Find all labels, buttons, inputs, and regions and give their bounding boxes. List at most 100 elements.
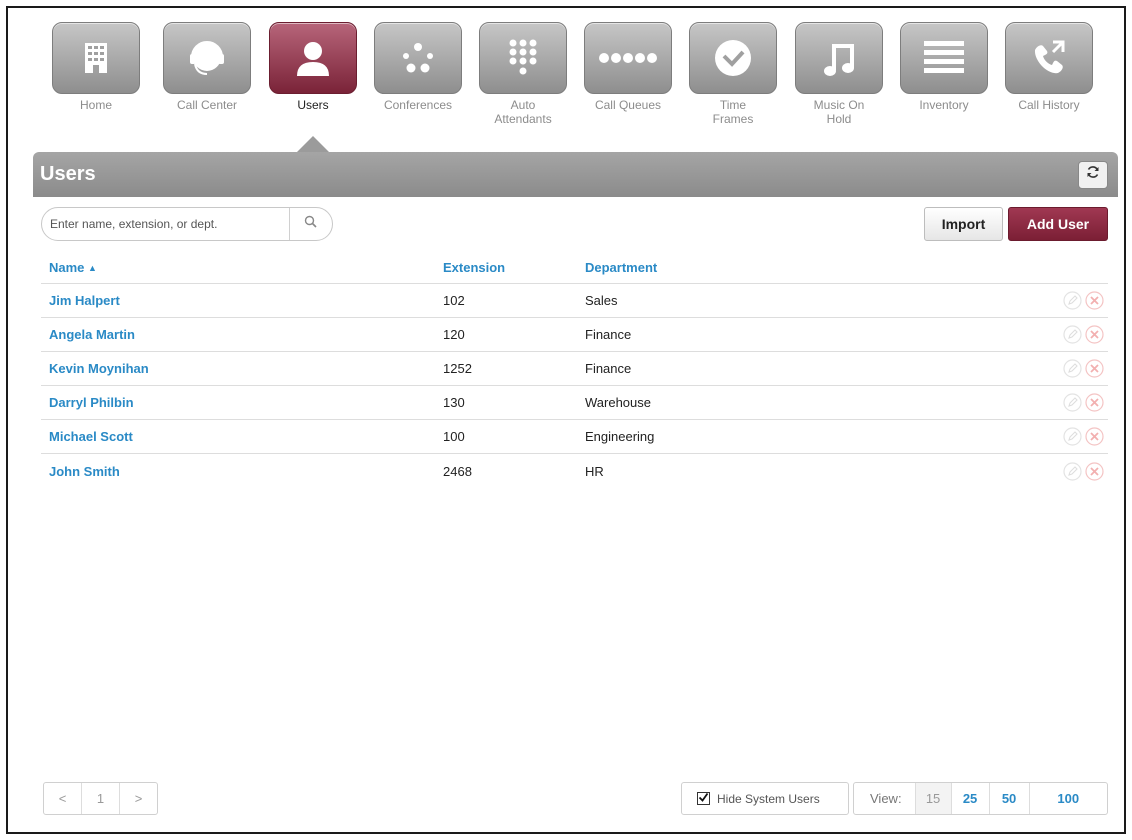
row-actions (1063, 325, 1104, 344)
headset-icon (187, 38, 227, 78)
user-department: Finance (585, 327, 632, 342)
view-label: View: (854, 783, 916, 814)
clock-icon (713, 38, 753, 78)
nav-home[interactable]: Home (52, 22, 140, 112)
nav-music-on-hold[interactable]: Music On Hold (795, 22, 883, 126)
hide-system-users-checkbox[interactable] (697, 792, 710, 805)
search-button[interactable] (288, 208, 332, 240)
sort-ascending-icon: ▲ (88, 263, 97, 273)
nav-label: Home (79, 98, 112, 112)
nav-conferences[interactable]: Conferences (374, 22, 462, 112)
edit-icon[interactable] (1063, 393, 1082, 412)
user-extension: 102 (443, 293, 465, 308)
page-number-button[interactable]: 1 (81, 783, 120, 814)
import-button[interactable]: Import (924, 207, 1003, 241)
nav-label: Conferences (383, 98, 453, 112)
table-header: Name ▲ Extension Department (41, 252, 1108, 284)
search-icon (304, 215, 318, 233)
user-extension: 100 (443, 429, 465, 444)
edit-icon[interactable] (1063, 461, 1082, 481)
page-title: Users (40, 163, 96, 185)
nav-label: Inventory (919, 98, 969, 112)
row-actions (1063, 461, 1104, 481)
user-name-link[interactable]: John Smith (49, 464, 120, 479)
user-name-link[interactable]: Darryl Philbin (49, 395, 134, 410)
table-row: Angela Martin 120 Finance (41, 318, 1108, 352)
user-icon (293, 38, 333, 78)
row-actions (1063, 393, 1104, 412)
nav-label: Call Center (176, 98, 238, 112)
delete-icon[interactable] (1085, 291, 1104, 310)
next-page-button[interactable]: > (120, 791, 157, 806)
refresh-button[interactable] (1078, 160, 1108, 189)
pagination: < 1 > (43, 782, 158, 815)
list-icon (924, 41, 964, 75)
view-option-100[interactable]: 100 (1030, 783, 1107, 814)
user-department: Engineering (585, 429, 655, 444)
column-header-extension[interactable]: Extension (443, 260, 505, 275)
edit-icon[interactable] (1063, 359, 1082, 378)
user-name-link[interactable]: Jim Halpert (49, 293, 120, 308)
user-extension: 130 (443, 395, 465, 410)
column-header-department[interactable]: Department (585, 260, 657, 275)
user-extension: 2468 (443, 463, 472, 479)
user-department: Finance (585, 361, 632, 376)
building-icon (85, 43, 107, 73)
dots-cluster-icon (398, 41, 438, 75)
user-extension: 1252 (443, 361, 472, 376)
hide-system-users-label: Hide System Users (717, 791, 820, 806)
nav-time-frames[interactable]: Time Frames (689, 22, 777, 126)
row-actions (1063, 291, 1104, 310)
table-row: John Smith 2468 HR (41, 454, 1108, 488)
row-actions (1063, 359, 1104, 378)
edit-icon[interactable] (1063, 291, 1082, 310)
table-row: Darryl Philbin 130 Warehouse (41, 386, 1108, 420)
view-option-50[interactable]: 50 (990, 783, 1030, 814)
nav-label: Call History (1018, 98, 1080, 112)
delete-icon[interactable] (1085, 427, 1104, 446)
nav-call-history[interactable]: Call History (1005, 22, 1093, 112)
user-name-link[interactable]: Kevin Moynihan (49, 361, 149, 376)
nav-label: Time Frames (712, 98, 754, 126)
delete-icon[interactable] (1085, 393, 1104, 412)
page-size-selector: View: 15 25 50 100 (853, 782, 1108, 815)
nav-inventory[interactable]: Inventory (900, 22, 988, 112)
edit-icon[interactable] (1063, 325, 1082, 344)
nav-call-queues[interactable]: Call Queues (584, 22, 672, 112)
table-row: Kevin Moynihan 1252 Finance (41, 352, 1108, 386)
delete-icon[interactable] (1085, 325, 1104, 344)
add-user-button[interactable]: Add User (1008, 207, 1108, 241)
delete-icon[interactable] (1085, 359, 1104, 378)
row-actions (1063, 427, 1104, 446)
prev-page-button[interactable]: < (44, 791, 81, 806)
edit-icon[interactable] (1063, 427, 1082, 446)
search-input[interactable] (50, 209, 289, 239)
view-option-15[interactable]: 15 (915, 783, 952, 814)
active-nav-pointer (297, 136, 329, 152)
column-header-name[interactable]: Name ▲ (49, 260, 97, 275)
nav-call-center[interactable]: Call Center (163, 22, 251, 112)
users-table: Name ▲ Extension Department Jim Halpert 1… (41, 252, 1108, 488)
user-name-link[interactable]: Angela Martin (49, 327, 135, 342)
nav-label: Users (297, 98, 329, 112)
top-nav: Home Call Center Users Conferences Auto … (52, 22, 1102, 152)
nav-label: Call Queues (594, 98, 662, 112)
section-header: Users (33, 152, 1118, 197)
nav-label: Music On Hold (813, 98, 865, 126)
nav-label: Auto Attendants (494, 98, 552, 126)
user-department: HR (585, 463, 604, 479)
nav-users[interactable]: Users (269, 22, 357, 112)
user-name-link[interactable]: Michael Scott (49, 429, 133, 444)
user-department: Warehouse (585, 395, 651, 410)
delete-icon[interactable] (1085, 461, 1104, 481)
user-department: Sales (585, 293, 618, 308)
column-header-name-label: Name (49, 260, 85, 275)
table-row: Michael Scott 100 Engineering (41, 420, 1108, 454)
music-note-icon (822, 38, 856, 78)
user-extension: 120 (443, 327, 465, 342)
table-row: Jim Halpert 102 Sales (41, 284, 1108, 318)
nav-auto-attendants[interactable]: Auto Attendants (479, 22, 567, 126)
view-option-25[interactable]: 25 (952, 783, 990, 814)
hide-system-users-toggle: Hide System Users (681, 782, 849, 815)
phone-arrows-icon (1029, 38, 1069, 78)
